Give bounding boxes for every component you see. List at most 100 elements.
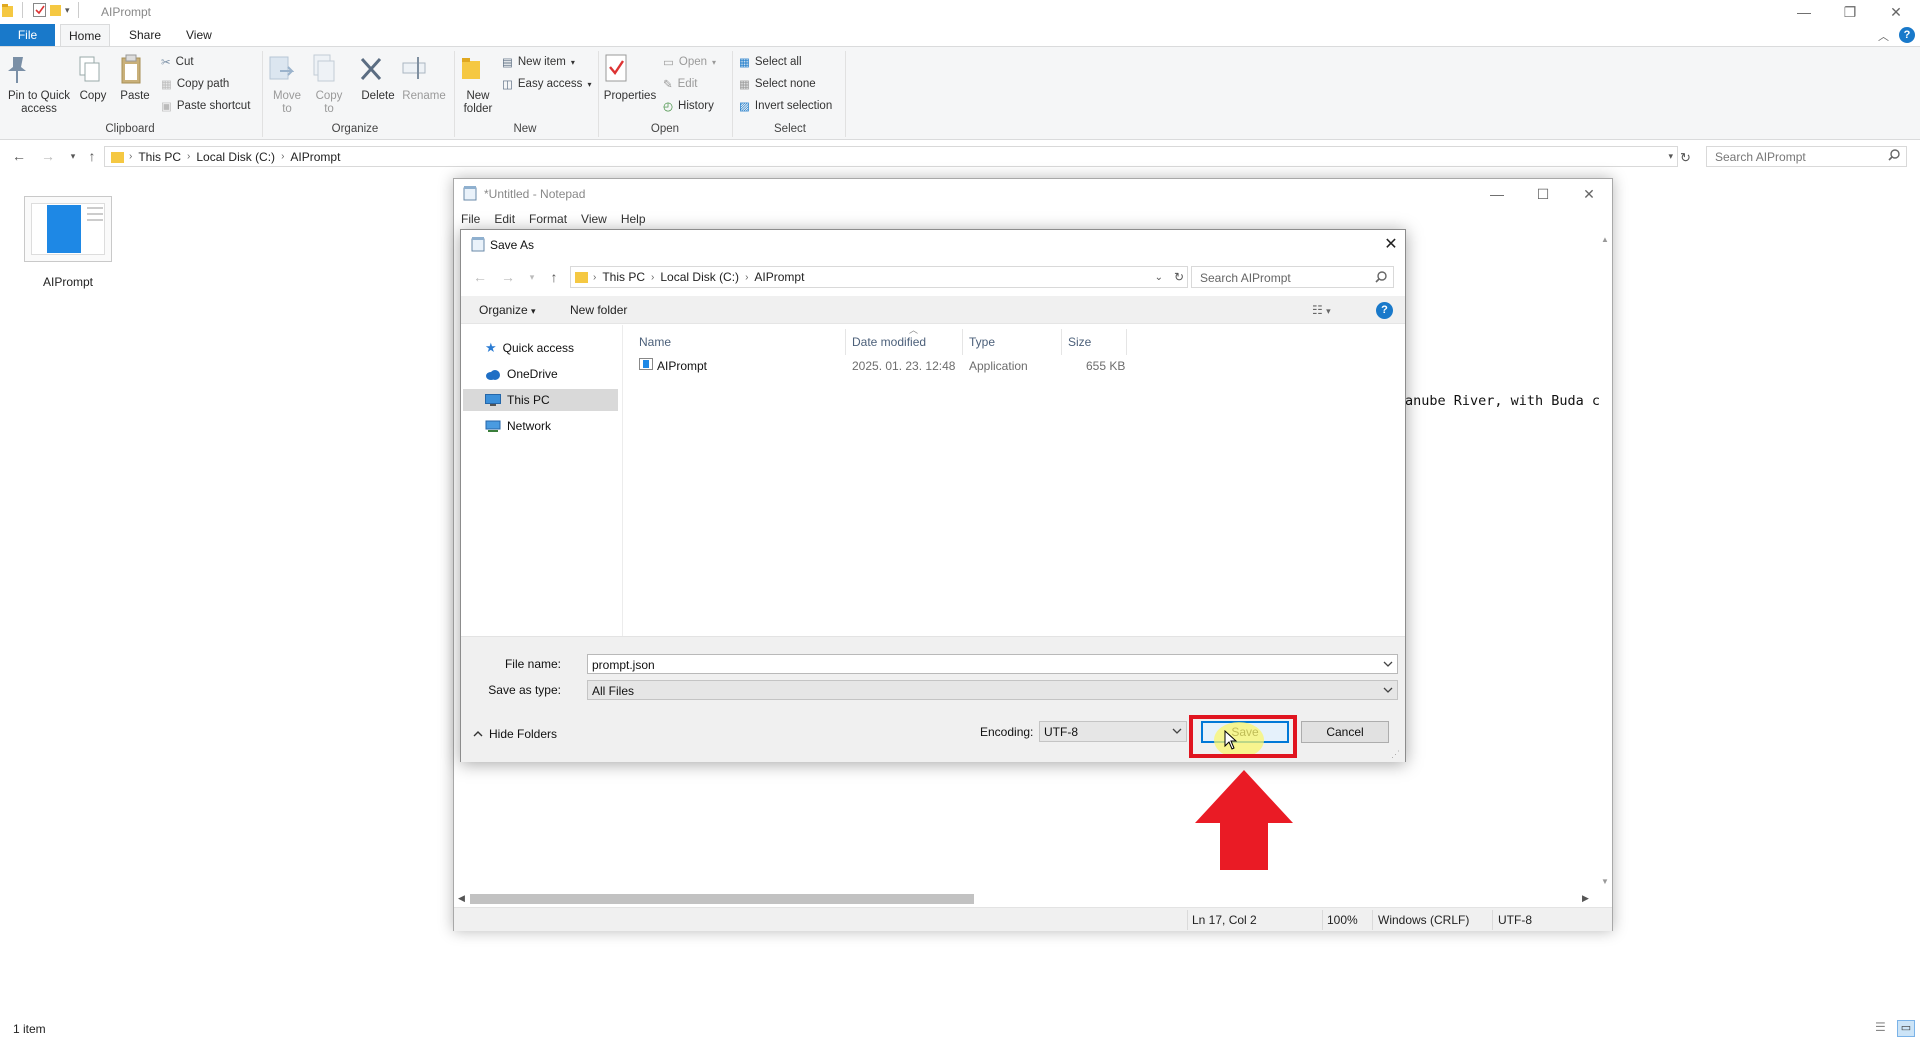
select-none-button[interactable]: ▦ Select none (739, 75, 816, 93)
dialog-breadcrumb-this-pc[interactable]: This PC (596, 270, 651, 284)
recent-locations-icon[interactable]: ▾ (64, 147, 82, 165)
menu-file[interactable]: File (454, 210, 487, 228)
nav-this-pc[interactable]: This PC (463, 389, 618, 411)
nav-onedrive[interactable]: OneDrive (463, 363, 618, 385)
file-name-input[interactable]: prompt.json (587, 654, 1398, 674)
tab-home[interactable]: Home (60, 24, 110, 46)
close-button[interactable]: ✕ (1873, 0, 1919, 24)
invert-selection-button[interactable]: ▨ Invert selection (739, 97, 832, 115)
forward-arrow-icon[interactable]: → (39, 147, 57, 165)
address-dropdown-icon[interactable]: ⌄ (1155, 272, 1163, 283)
notepad-maximize-button[interactable]: ☐ (1520, 179, 1566, 209)
paste-button[interactable]: Paste (118, 53, 152, 103)
notepad-minimize-button[interactable]: — (1474, 179, 1520, 209)
menu-format[interactable]: Format (522, 210, 574, 228)
column-header-name[interactable]: Name (639, 335, 671, 349)
tab-view[interactable]: View (174, 24, 224, 46)
breadcrumb-local-disk[interactable]: Local Disk (C:) (190, 150, 281, 164)
file-list: ︿ Name Date modified Type Size AIPrompt … (623, 325, 1405, 636)
encoding-value: UTF-8 (1044, 725, 1078, 739)
table-row[interactable]: AIPrompt 2025. 01. 23. 12:48 Application… (623, 353, 1143, 375)
large-icons-view-icon[interactable]: ▭ (1897, 1020, 1915, 1037)
copy-button[interactable]: Copy (76, 53, 110, 103)
resize-grip-icon[interactable]: ⋰ (1391, 749, 1400, 760)
hide-folders-button[interactable]: Hide Folders (473, 727, 557, 741)
organize-button[interactable]: Organize ▾ (479, 303, 536, 317)
horizontal-scroll-thumb[interactable] (470, 894, 974, 904)
minimize-button[interactable]: — (1781, 0, 1827, 24)
history-label: History (678, 100, 714, 112)
move-to-button[interactable]: Move to (268, 53, 306, 116)
column-header-size[interactable]: Size (1068, 335, 1091, 349)
vertical-scrollbar[interactable]: ▲ ▼ (1597, 231, 1613, 891)
properties-button[interactable]: Properties (603, 53, 657, 103)
dialog-search-input[interactable]: Search AIPrompt (1191, 266, 1394, 288)
application-icon (24, 196, 112, 262)
ribbon: Pin to Quick access Copy Paste ✂ Cut ▦ Cop… (0, 46, 1920, 140)
history-button[interactable]: ◴ History (663, 97, 714, 115)
properties-label: Properties (603, 90, 657, 102)
new-item-label: New item (517, 56, 566, 68)
tab-share[interactable]: Share (117, 24, 173, 46)
copy-to-button[interactable]: Copy to (310, 53, 348, 116)
nav-quick-access[interactable]: ★ Quick access (463, 337, 618, 359)
notepad-text-content[interactable]: anube River, with Buda c (1405, 393, 1600, 409)
view-options-icon[interactable]: ☷ ▾ (1312, 303, 1331, 317)
refresh-icon[interactable]: ↻ (1174, 270, 1184, 284)
cancel-button[interactable]: Cancel (1301, 721, 1389, 743)
encoding-select[interactable]: UTF-8 (1039, 721, 1187, 742)
help-icon[interactable]: ? (1376, 302, 1393, 319)
save-as-type-select[interactable]: All Files (587, 680, 1398, 700)
refresh-icon[interactable]: ↻ (1680, 150, 1691, 166)
select-none-label: Select none (754, 78, 816, 90)
nav-network[interactable]: Network (463, 415, 618, 437)
breadcrumb-aiprompt[interactable]: AIPrompt (284, 150, 346, 164)
tab-file[interactable]: File (0, 24, 55, 46)
edit-button[interactable]: ✎ Edit (663, 75, 697, 93)
new-folder-button[interactable]: New folder (458, 53, 498, 116)
pin-to-quick-access-button[interactable]: Pin to Quick access (4, 53, 74, 116)
recent-locations-icon[interactable]: ▾ (523, 268, 541, 286)
horizontal-scrollbar[interactable]: ◀ ▶ (454, 891, 1597, 907)
open-button[interactable]: ▭ Open ▾ (663, 53, 716, 71)
cut-button[interactable]: ✂ Cut (161, 53, 194, 71)
restore-button[interactable]: ❐ (1827, 0, 1873, 24)
dialog-close-button[interactable]: ✕ (1379, 233, 1403, 255)
dialog-breadcrumb-aiprompt[interactable]: AIPrompt (748, 270, 810, 284)
file-item-aiprompt[interactable]: AIPrompt (20, 196, 116, 289)
chevron-down-icon[interactable] (1383, 659, 1393, 669)
notepad-close-button[interactable]: ✕ (1566, 179, 1612, 209)
back-arrow-icon[interactable]: ← (10, 147, 28, 165)
address-dropdown-icon[interactable]: ▾ (1668, 151, 1673, 162)
up-arrow-icon[interactable]: ↑ (545, 268, 563, 286)
collapse-ribbon-icon[interactable]: ︿ (1878, 28, 1889, 44)
rename-button[interactable]: Rename (401, 53, 447, 103)
address-bar[interactable]: › This PC › Local Disk (C:) › AIPrompt ▾ (104, 146, 1678, 167)
easy-access-button[interactable]: ◫ Easy access ▾ (502, 75, 591, 93)
new-item-button[interactable]: ▤ New item ▾ (502, 53, 575, 71)
search-input[interactable]: Search AIPrompt (1706, 146, 1907, 167)
help-icon[interactable]: ? (1899, 27, 1915, 43)
properties-quick-icon[interactable] (33, 3, 47, 17)
customize-qat-icon[interactable]: ▾ (65, 5, 70, 16)
back-arrow-icon[interactable]: ← (471, 268, 489, 286)
select-all-button[interactable]: ▦ Select all (739, 53, 802, 71)
copy-path-button[interactable]: ▦ Copy path (161, 75, 229, 93)
up-arrow-icon[interactable]: ↑ (83, 147, 101, 165)
new-folder-button[interactable]: New folder (570, 303, 627, 317)
column-header-type[interactable]: Type (969, 335, 995, 349)
forward-arrow-icon[interactable]: → (499, 268, 517, 286)
menu-edit[interactable]: Edit (487, 210, 522, 228)
dialog-breadcrumb-local-disk[interactable]: Local Disk (C:) (654, 270, 745, 284)
menu-view[interactable]: View (574, 210, 614, 228)
dialog-address-bar[interactable]: › This PC › Local Disk (C:) › AIPrompt ⌄… (570, 266, 1188, 288)
search-placeholder: Search AIPrompt (1715, 150, 1806, 164)
menu-help[interactable]: Help (614, 210, 653, 228)
new-folder-quick-icon[interactable] (50, 3, 62, 17)
address-row: ← → ▾ ↑ › This PC › Local Disk (C:) › AI… (0, 141, 1920, 171)
breadcrumb-this-pc[interactable]: This PC (132, 150, 187, 164)
column-header-date-modified[interactable]: Date modified (852, 335, 926, 349)
paste-shortcut-button[interactable]: ▣ Paste shortcut (161, 97, 250, 115)
delete-button[interactable]: Delete (358, 53, 398, 103)
details-view-icon[interactable]: ☰ (1875, 1020, 1891, 1036)
